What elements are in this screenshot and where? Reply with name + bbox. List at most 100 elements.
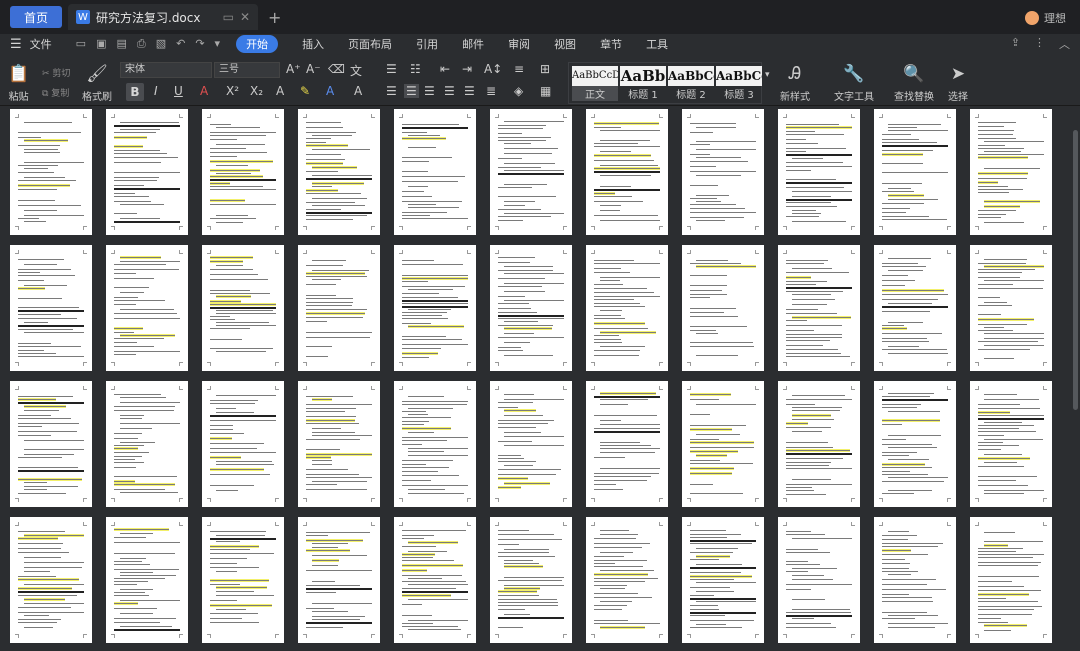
- char-border-button[interactable]: A: [354, 84, 362, 98]
- italic-button[interactable]: I: [154, 84, 158, 98]
- page-thumbnail[interactable]: [970, 517, 1052, 643]
- phonetic-icon[interactable]: 文: [350, 62, 362, 79]
- style-preview-normal[interactable]: AaBbCcDd: [572, 66, 618, 86]
- grow-font-icon[interactable]: A⁺: [286, 62, 301, 76]
- page-thumbnail[interactable]: [10, 109, 92, 235]
- find-replace-button[interactable]: 🔍 查找替换: [894, 64, 934, 103]
- distributed-icon[interactable]: ☰: [464, 84, 475, 98]
- new-style-button[interactable]: Ꭿ 新样式: [780, 64, 810, 103]
- page-thumbnail[interactable]: [394, 245, 476, 371]
- page-thumbnail[interactable]: [682, 517, 764, 643]
- page-thumbnail[interactable]: [106, 245, 188, 371]
- page-thumbnail[interactable]: [586, 245, 668, 371]
- page-thumbnail[interactable]: [394, 109, 476, 235]
- window-restore-icon[interactable]: ▭: [223, 10, 234, 24]
- save-icon[interactable]: ▣: [96, 37, 106, 51]
- font-name-select[interactable]: 宋体: [120, 62, 212, 78]
- style-preview-heading3[interactable]: AaBbCc: [716, 66, 762, 86]
- char-shading-button[interactable]: A: [326, 84, 334, 98]
- bold-button[interactable]: B: [126, 83, 144, 101]
- page-thumbnail[interactable]: [394, 381, 476, 507]
- undo-icon[interactable]: ↶: [176, 37, 185, 51]
- subscript-button[interactable]: X₂: [250, 84, 263, 98]
- tab-view[interactable]: 视图: [554, 36, 576, 52]
- style-label-heading1[interactable]: 标题 1: [620, 86, 666, 101]
- close-tab-icon[interactable]: ✕: [240, 10, 250, 24]
- page-thumbnail[interactable]: [586, 109, 668, 235]
- page-thumbnail[interactable]: [586, 517, 668, 643]
- page-thumbnail[interactable]: [778, 245, 860, 371]
- text-effect-button[interactable]: A: [276, 84, 284, 98]
- page-thumbnail[interactable]: [682, 109, 764, 235]
- style-label-heading3[interactable]: 标题 3: [716, 86, 762, 101]
- copy-button[interactable]: ⧉ 复制: [42, 86, 69, 99]
- page-thumbnail[interactable]: [10, 245, 92, 371]
- page-thumbnail[interactable]: [106, 109, 188, 235]
- page-thumbnail[interactable]: [682, 381, 764, 507]
- page-thumbnail[interactable]: [202, 381, 284, 507]
- justify-icon[interactable]: ☰: [444, 84, 455, 98]
- open-folder-icon[interactable]: ▭: [76, 37, 86, 51]
- page-thumbnail[interactable]: [970, 245, 1052, 371]
- align-right-icon[interactable]: ☰: [424, 84, 435, 98]
- underline-button[interactable]: U: [174, 84, 183, 98]
- page-thumbnail[interactable]: [682, 245, 764, 371]
- shrink-font-icon[interactable]: A⁻: [306, 62, 321, 76]
- document-tab[interactable]: W 研究方法复习.docx ▭ ✕: [68, 4, 258, 30]
- document-canvas[interactable]: [0, 107, 1080, 651]
- align-left-icon[interactable]: ☰: [386, 84, 397, 98]
- page-thumbnail[interactable]: [586, 381, 668, 507]
- page-thumbnail[interactable]: [298, 245, 380, 371]
- home-tab[interactable]: 首页: [10, 6, 62, 28]
- page-thumbnail[interactable]: [10, 381, 92, 507]
- shading-fill-icon[interactable]: ◈: [514, 84, 523, 98]
- decrease-indent-icon[interactable]: ⇤: [440, 62, 450, 76]
- page-thumbnail[interactable]: [490, 381, 572, 507]
- more-icon[interactable]: ⋮: [1034, 36, 1045, 52]
- font-color-button[interactable]: A: [200, 84, 208, 98]
- format-painter-button[interactable]: 🖌 格式刷: [82, 64, 112, 103]
- vertical-scrollbar[interactable]: [1073, 130, 1078, 410]
- tab-section[interactable]: 章节: [600, 36, 622, 52]
- page-thumbnail[interactable]: [490, 245, 572, 371]
- highlight-button[interactable]: ✎: [300, 84, 310, 98]
- page-thumbnail[interactable]: [106, 381, 188, 507]
- paragraph-spacing-icon[interactable]: ≣: [486, 84, 496, 98]
- export-pdf-icon[interactable]: ▧: [156, 37, 166, 51]
- customize-chevron-icon[interactable]: ▾: [215, 37, 221, 51]
- page-thumbnail[interactable]: [874, 517, 956, 643]
- bullet-list-icon[interactable]: ☰: [386, 62, 397, 76]
- collapse-ribbon-icon[interactable]: ︿: [1059, 36, 1070, 52]
- new-tab-button[interactable]: +: [268, 8, 281, 27]
- page-thumbnail[interactable]: [202, 245, 284, 371]
- user-account[interactable]: 理想: [1025, 10, 1066, 26]
- page-thumbnail[interactable]: [874, 381, 956, 507]
- tab-tools[interactable]: 工具: [646, 36, 668, 52]
- page-thumbnail[interactable]: [490, 109, 572, 235]
- page-thumbnail[interactable]: [970, 109, 1052, 235]
- paste-button[interactable]: 📋 粘贴: [8, 64, 29, 103]
- page-thumbnail[interactable]: [874, 245, 956, 371]
- save-as-icon[interactable]: ▤: [116, 37, 126, 51]
- border-icon[interactable]: ▦: [540, 84, 551, 98]
- increase-indent-icon[interactable]: ⇥: [462, 62, 472, 76]
- tab-page-layout[interactable]: 页面布局: [348, 36, 392, 52]
- page-thumbnail[interactable]: [394, 517, 476, 643]
- page-thumbnail[interactable]: [778, 109, 860, 235]
- style-label-normal[interactable]: 正文: [572, 86, 618, 101]
- style-label-heading2[interactable]: 标题 2: [668, 86, 714, 101]
- select-button[interactable]: ➤ 选择: [948, 64, 968, 103]
- page-thumbnail[interactable]: [874, 109, 956, 235]
- tab-insert[interactable]: 插入: [302, 36, 324, 52]
- clear-format-icon[interactable]: ⌫: [328, 62, 345, 76]
- page-thumbnail[interactable]: [298, 381, 380, 507]
- print-icon[interactable]: ⎙: [137, 37, 146, 51]
- text-tools-button[interactable]: 🔧 文字工具: [834, 64, 874, 103]
- numbered-list-icon[interactable]: ☷: [410, 62, 421, 76]
- page-thumbnail[interactable]: [10, 517, 92, 643]
- table-icon[interactable]: ⊞: [540, 62, 550, 76]
- superscript-button[interactable]: X²: [226, 84, 239, 98]
- style-preview-heading1[interactable]: AaBb: [620, 66, 666, 86]
- page-thumbnail[interactable]: [202, 517, 284, 643]
- style-preview-heading2[interactable]: AaBbCc: [668, 66, 714, 86]
